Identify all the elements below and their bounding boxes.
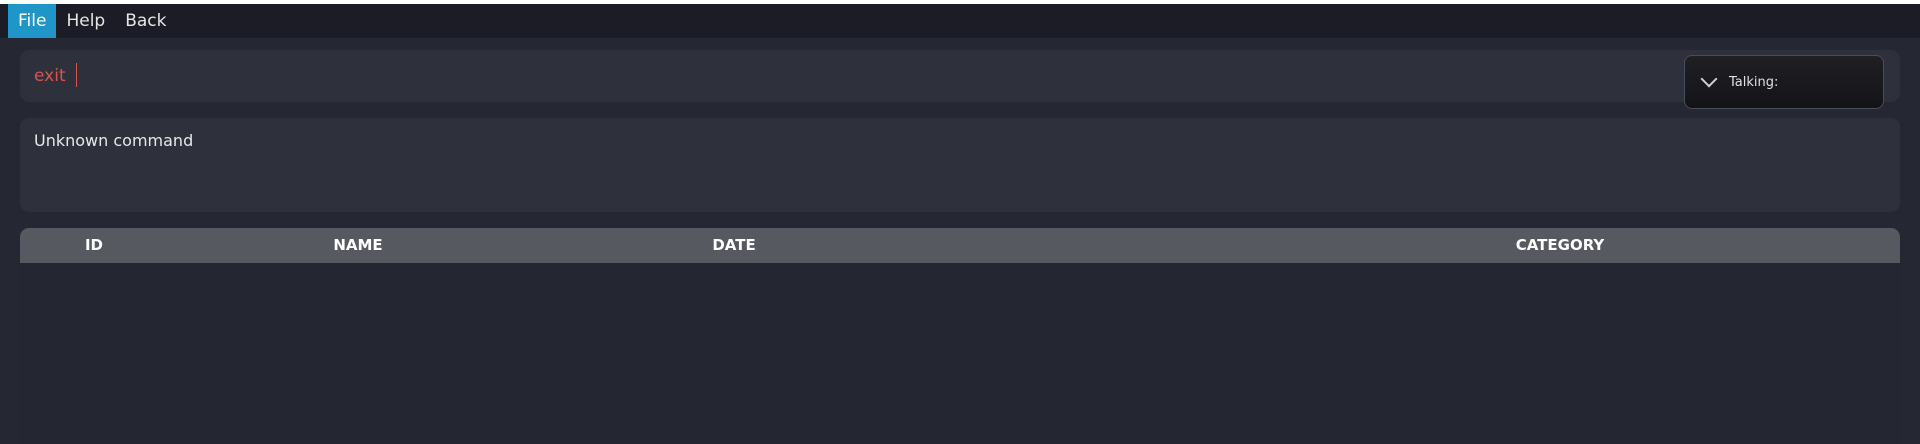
text-caret bbox=[76, 63, 77, 87]
result-message: Unknown command bbox=[34, 131, 194, 150]
command-input[interactable] bbox=[34, 65, 1634, 87]
result-display: Unknown command bbox=[20, 118, 1900, 212]
records-table: ID NAME DATE CATEGORY bbox=[20, 228, 1900, 444]
column-header-name[interactable]: NAME bbox=[333, 228, 382, 263]
chevron-down-icon bbox=[1700, 70, 1718, 88]
menu-help[interactable]: Help bbox=[56, 4, 115, 38]
talking-label: Talking: bbox=[1729, 74, 1779, 90]
menu-file[interactable]: File bbox=[8, 4, 57, 38]
menu-bar: File Help Back bbox=[0, 4, 1920, 38]
menu-back[interactable]: Back bbox=[115, 4, 176, 38]
table-body bbox=[20, 263, 1900, 444]
column-header-date[interactable]: DATE bbox=[712, 228, 755, 263]
table-header: ID NAME DATE CATEGORY bbox=[20, 228, 1900, 263]
talking-dropdown[interactable]: Talking: bbox=[1684, 55, 1884, 109]
command-box bbox=[20, 50, 1900, 102]
column-header-id[interactable]: ID bbox=[85, 228, 103, 263]
column-header-category[interactable]: CATEGORY bbox=[1516, 228, 1605, 263]
